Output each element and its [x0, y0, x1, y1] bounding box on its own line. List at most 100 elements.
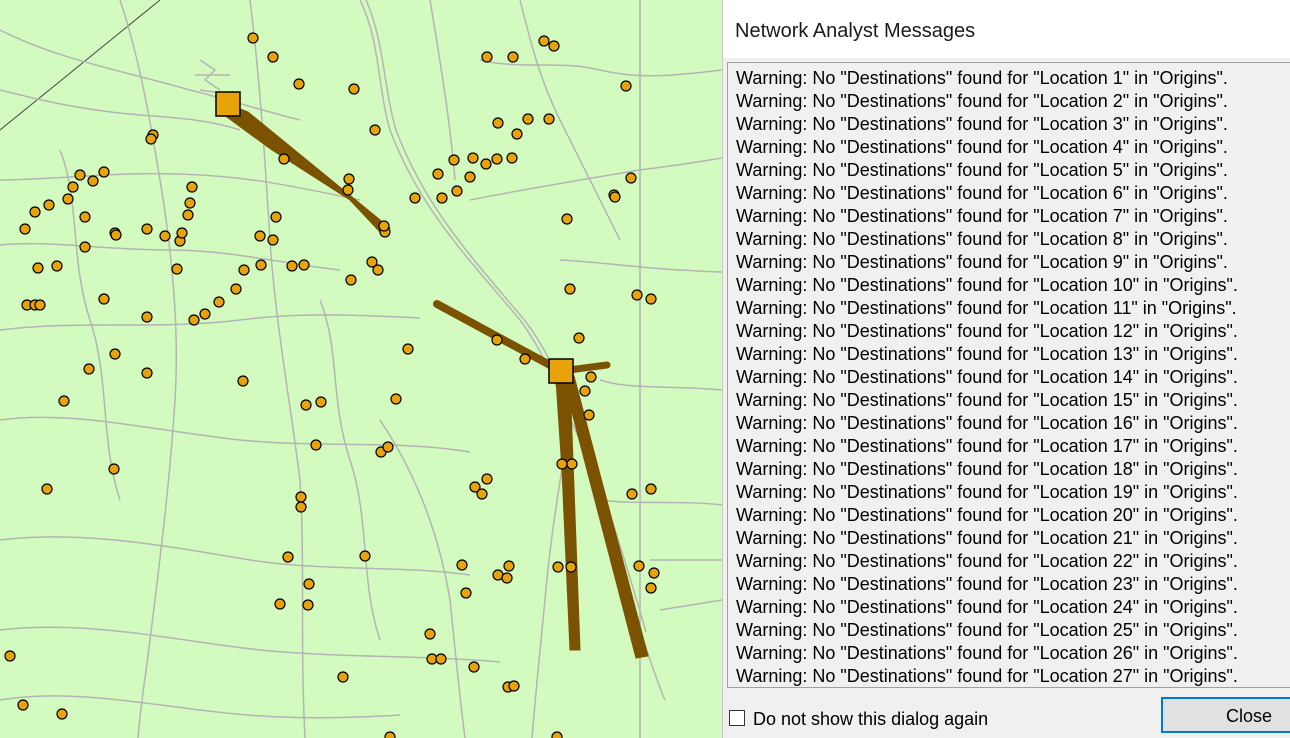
origin-point[interactable]	[468, 661, 480, 673]
origin-point[interactable]	[382, 441, 394, 453]
origin-point[interactable]	[648, 567, 660, 579]
origin-point[interactable]	[41, 483, 53, 495]
origin-point[interactable]	[159, 230, 171, 242]
origin-point[interactable]	[176, 227, 188, 239]
origin-point[interactable]	[29, 206, 41, 218]
origin-point[interactable]	[579, 385, 591, 397]
origin-point[interactable]	[626, 488, 638, 500]
origin-point[interactable]	[141, 367, 153, 379]
origin-point[interactable]	[302, 599, 314, 611]
origin-point[interactable]	[491, 334, 503, 346]
origin-point[interactable]	[503, 560, 515, 572]
origin-point[interactable]	[87, 175, 99, 187]
origin-point[interactable]	[293, 78, 305, 90]
origin-point[interactable]	[507, 51, 519, 63]
origin-point[interactable]	[372, 264, 384, 276]
origin-point[interactable]	[464, 171, 476, 183]
origin-point[interactable]	[274, 598, 286, 610]
origin-point[interactable]	[460, 587, 472, 599]
origin-point[interactable]	[286, 260, 298, 272]
origin-point[interactable]	[481, 51, 493, 63]
origin-point[interactable]	[141, 223, 153, 235]
origin-point[interactable]	[645, 582, 657, 594]
origin-point[interactable]	[110, 229, 122, 241]
origin-point[interactable]	[230, 283, 242, 295]
origin-point[interactable]	[267, 234, 279, 246]
origin-point[interactable]	[58, 395, 70, 407]
origin-point[interactable]	[565, 561, 577, 573]
origin-point[interactable]	[467, 152, 479, 164]
origin-point[interactable]	[255, 259, 267, 271]
origin-point[interactable]	[79, 241, 91, 253]
origin-point[interactable]	[109, 348, 121, 360]
origin-point[interactable]	[315, 396, 327, 408]
origin-point[interactable]	[62, 193, 74, 205]
dont-show-again-checkbox[interactable]	[729, 710, 745, 726]
origin-point[interactable]	[145, 133, 157, 145]
origin-point[interactable]	[543, 113, 555, 125]
origin-point[interactable]	[451, 185, 463, 197]
origin-point[interactable]	[435, 653, 447, 665]
origin-point[interactable]	[43, 199, 55, 211]
origin-point[interactable]	[295, 491, 307, 503]
origin-point[interactable]	[278, 153, 290, 165]
origin-point[interactable]	[369, 124, 381, 136]
origin-point[interactable]	[56, 708, 68, 720]
origin-point[interactable]	[74, 169, 86, 181]
origin-point[interactable]	[551, 731, 563, 738]
origin-point[interactable]	[98, 166, 110, 178]
origin-point[interactable]	[436, 192, 448, 204]
origin-point[interactable]	[561, 213, 573, 225]
origin-point[interactable]	[34, 299, 46, 311]
origin-point[interactable]	[552, 561, 564, 573]
close-button[interactable]: Close	[1161, 697, 1290, 733]
origin-point[interactable]	[267, 51, 279, 63]
origin-point[interactable]	[384, 731, 396, 738]
origin-point[interactable]	[645, 483, 657, 495]
origin-point[interactable]	[519, 353, 531, 365]
origin-point[interactable]	[171, 263, 183, 275]
origin-point[interactable]	[237, 375, 249, 387]
origin-point[interactable]	[17, 699, 29, 711]
origin-point[interactable]	[609, 191, 621, 203]
origin-point[interactable]	[625, 172, 637, 184]
origin-point[interactable]	[310, 439, 322, 451]
origin-point[interactable]	[247, 32, 259, 44]
origin-point[interactable]	[254, 230, 266, 242]
origin-point[interactable]	[633, 560, 645, 572]
origin-point[interactable]	[51, 260, 63, 272]
origin-point[interactable]	[83, 363, 95, 375]
facility-square[interactable]	[215, 91, 241, 117]
origin-point[interactable]	[390, 393, 402, 405]
origin-point[interactable]	[476, 488, 488, 500]
origin-point[interactable]	[282, 551, 294, 563]
origin-point[interactable]	[631, 289, 643, 301]
origin-point[interactable]	[270, 211, 282, 223]
origin-point[interactable]	[4, 650, 16, 662]
origin-point[interactable]	[295, 501, 307, 513]
origin-point[interactable]	[424, 628, 436, 640]
origin-point[interactable]	[583, 409, 595, 421]
origin-point[interactable]	[508, 680, 520, 692]
origin-point[interactable]	[300, 399, 312, 411]
origin-point[interactable]	[348, 83, 360, 95]
origin-point[interactable]	[645, 293, 657, 305]
origin-point[interactable]	[213, 296, 225, 308]
origin-point[interactable]	[402, 343, 414, 355]
origin-point[interactable]	[538, 35, 550, 47]
origin-point[interactable]	[108, 463, 120, 475]
origin-point[interactable]	[98, 293, 110, 305]
origin-point[interactable]	[511, 128, 523, 140]
origin-point[interactable]	[378, 220, 390, 232]
origin-point[interactable]	[67, 181, 79, 193]
origin-point[interactable]	[303, 578, 315, 590]
origin-point[interactable]	[182, 209, 194, 221]
origin-point[interactable]	[480, 158, 492, 170]
origin-point[interactable]	[432, 168, 444, 180]
origin-point[interactable]	[566, 458, 578, 470]
origin-point[interactable]	[342, 184, 354, 196]
message-list-box[interactable]: Warning: No "Destinations" found for "Lo…	[727, 62, 1290, 688]
origin-point[interactable]	[184, 197, 196, 209]
origin-point[interactable]	[585, 371, 597, 383]
origin-point[interactable]	[359, 550, 371, 562]
